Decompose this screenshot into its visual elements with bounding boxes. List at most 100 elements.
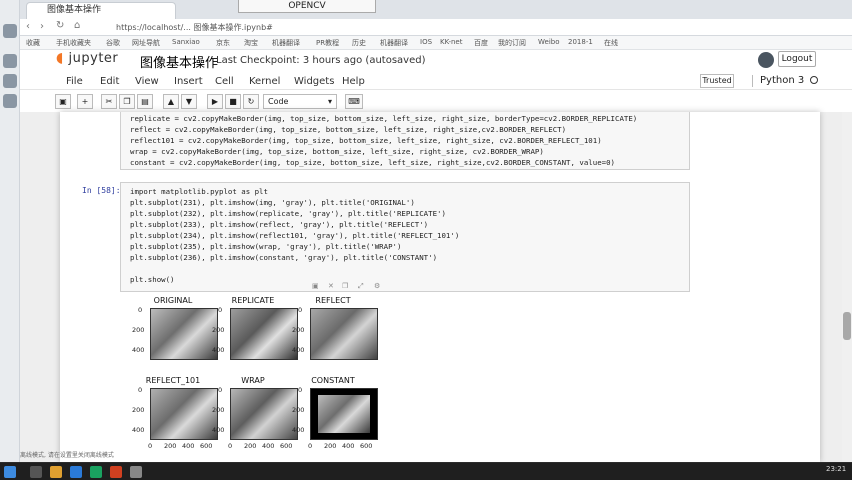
bookmarks-bar: 收藏 手机收藏夹 谷歌 网址导航 Sanxiao 京东 淘宝 机器翻译 PR教程… [20,36,852,50]
home-icon[interactable]: ⌂ [74,20,80,31]
bookmark-item[interactable]: PR教程 [316,38,339,48]
bookmark-item[interactable]: 京东 [216,38,230,48]
code-line: wrap = cv2.copyMakeBorder(img, top_size,… [130,147,544,156]
browser-tab[interactable]: 图像基本操作 [26,2,176,19]
forward-icon[interactable]: › [40,21,44,32]
dock-download-icon[interactable] [3,94,17,108]
browser-status-bar: 离线模式, 请在设置里关闭离线模式 [20,450,800,462]
bookmark-item[interactable]: Sanxiao [172,38,200,46]
menu-kernel[interactable]: Kernel [249,76,280,87]
menu-edit[interactable]: Edit [100,76,119,87]
keyboard-icon[interactable]: ⌨ [345,94,363,109]
bookmark-item[interactable]: 淘宝 [244,38,258,48]
move-down-icon[interactable]: ▼ [181,94,197,109]
paste-icon[interactable]: ▤ [137,94,153,109]
cut-icon[interactable]: ✂ [101,94,117,109]
bookmark-item[interactable]: Weibo [538,38,560,46]
menu-view[interactable]: View [135,76,159,87]
x-tick: 400 [262,442,275,450]
bookmark-item[interactable]: 在线 [604,38,618,48]
y-tick: 400 [292,346,305,354]
menu-cell[interactable]: Cell [215,76,234,87]
y-tick: 400 [132,426,145,434]
x-tick: 600 [280,442,293,450]
y-tick: 200 [292,406,305,414]
settings-icon[interactable]: ⚙ [374,282,380,290]
subplot-title: REFLECT [315,296,351,305]
copy-icon[interactable]: ❐ [342,282,348,290]
image-constant-inner [318,395,370,433]
y-tick: 400 [132,346,145,354]
url-field[interactable]: https://localhost/... 图像基本操作.ipynb# [116,21,716,34]
bookmark-item[interactable]: 历史 [352,38,366,48]
bookmark-item[interactable]: 收藏 [26,38,40,48]
bookmark-item[interactable]: 我的订阅 [498,38,526,48]
bookmark-item[interactable]: 手机收藏夹 [56,38,91,48]
bookmark-item[interactable]: 机器翻译 [380,38,408,48]
browser-tab-bar: 图像基本操作 [20,0,852,19]
taskbar-app-icon[interactable] [30,466,42,478]
trusted-badge[interactable]: Trusted [700,74,734,88]
code-line: plt.subplot(234), plt.imshow(reflect101,… [130,231,460,240]
y-tick: 0 [218,306,223,314]
logout-button[interactable]: Logout [778,51,816,67]
code-cell-plot[interactable]: import matplotlib.pyplot as plt plt.subp… [120,182,690,292]
taskbar-app-icon[interactable] [50,466,62,478]
code-line: plt.subplot(236), plt.imshow(constant, '… [130,253,438,262]
start-icon[interactable] [4,466,16,478]
image-reflect [310,308,378,360]
dock-bookmark-icon[interactable] [3,54,17,68]
y-tick: 0 [138,386,143,394]
menu-widgets[interactable]: Widgets [294,76,334,87]
image-icon[interactable]: ▣ [312,282,319,290]
menu-file[interactable]: File [66,76,83,87]
stop-icon[interactable]: ■ [225,94,241,109]
add-cell-icon[interactable]: + [77,94,93,109]
back-icon[interactable]: ‹ [26,21,30,32]
x-tick: 400 [182,442,195,450]
bookmark-item[interactable]: 机器翻译 [272,38,300,48]
restart-icon[interactable]: ↻ [243,94,259,109]
y-tick: 200 [132,406,145,414]
bookmark-item[interactable]: 谷歌 [106,38,120,48]
code-line: reflect = cv2.copyMakeBorder(img, top_si… [130,125,567,134]
notebook-name[interactable]: 图像基本操作 [140,52,218,71]
menu-insert[interactable]: Insert [174,76,203,87]
y-tick: 200 [292,326,305,334]
taskbar-app-icon[interactable] [110,466,122,478]
bookmark-item[interactable]: KK-net [440,38,462,46]
x-tick: 0 [308,442,313,450]
code-line: plt.subplot(231), plt.imshow(img, 'gray'… [130,198,415,207]
refresh-icon[interactable]: ↻ [56,20,64,31]
bookmark-item[interactable]: IOS [420,38,432,46]
cell-type-select[interactable]: Code ▾ [263,94,337,109]
scrollbar-track[interactable] [842,112,852,462]
save-icon[interactable]: ▣ [55,94,71,109]
scrollbar-thumb[interactable] [843,312,851,340]
code-cell-borders[interactable]: replicate = cv2.copyMakeBorder(img, top_… [120,112,690,170]
taskbar-app-icon[interactable] [90,466,102,478]
taskbar-app-icon[interactable] [130,466,142,478]
copy-icon[interactable]: ❐ [119,94,135,109]
jupyter-logo[interactable]: ◖ jupyter [56,50,118,66]
dock-app-icon[interactable] [3,24,17,38]
image-reflect-101 [150,388,218,440]
kernel-name: Python 3 [760,75,805,86]
bookmark-item[interactable]: 2018-1 [568,38,593,46]
bookmark-item[interactable]: 百度 [474,38,488,48]
menu-help[interactable]: Help [342,76,365,87]
x-tick: 200 [244,442,257,450]
bookmark-item[interactable]: 网址导航 [132,38,160,48]
code-line: plt.subplot(232), plt.imshow(replicate, … [130,209,446,218]
image-original [150,308,218,360]
taskbar-app-icon[interactable] [70,466,82,478]
user-avatar[interactable] [758,52,774,68]
browser-tab-title: 图像基本操作 [47,5,102,15]
move-up-icon[interactable]: ▲ [163,94,179,109]
expand-icon[interactable]: ⤢ [358,282,364,291]
code-line: plt.subplot(235), plt.imshow(wrap, 'gray… [130,242,402,251]
dock-history-icon[interactable] [3,74,17,88]
close-icon[interactable]: ✕ [328,282,334,290]
run-icon[interactable]: ▶ [207,94,223,109]
x-tick: 200 [324,442,337,450]
